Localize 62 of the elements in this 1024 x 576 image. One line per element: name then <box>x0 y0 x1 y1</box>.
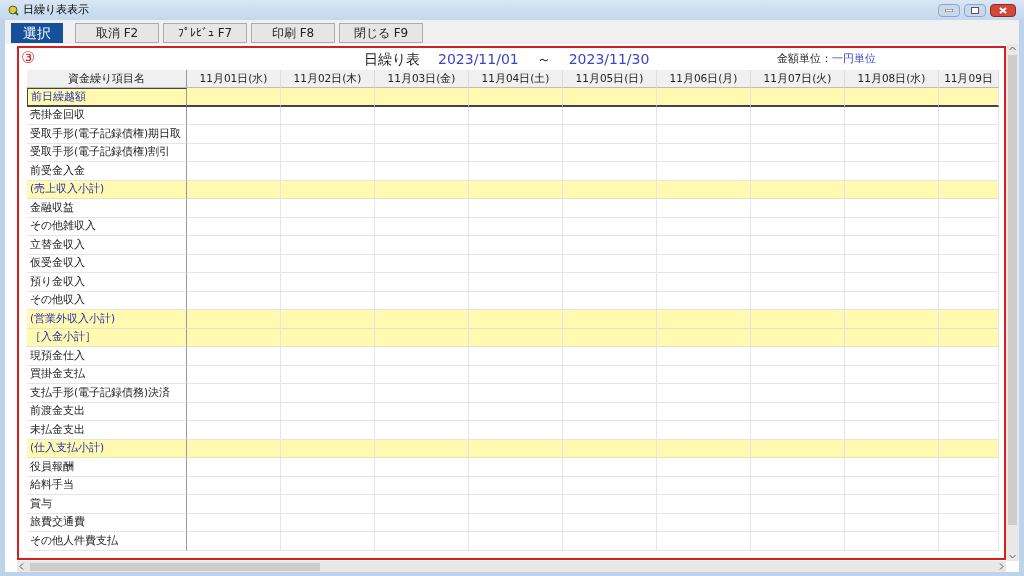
row-label: 支払手形(電子記録債務)決済 <box>27 384 187 403</box>
table-cell <box>939 310 999 329</box>
column-header: 11月05日(日) <box>563 70 657 88</box>
row-label: 預り金収入 <box>27 273 187 292</box>
row-label: 役員報酬 <box>27 458 187 477</box>
window-title: 日繰り表表示 <box>23 3 89 17</box>
column-header: 11月03日(金) <box>375 70 469 88</box>
toolbar-button[interactable]: 閉じる F9 <box>339 23 423 43</box>
scroll-down-icon <box>1009 554 1016 559</box>
row-label: 立替金収入 <box>27 236 187 255</box>
table-cell <box>939 421 999 440</box>
horizontal-scrollbar[interactable] <box>17 561 1006 572</box>
toolbar-button[interactable]: 取消 F2 <box>75 23 159 43</box>
minimize-icon <box>945 8 953 12</box>
circled-number: ③ <box>20 48 37 68</box>
row-label: 受取手形(電子記録債権)期日取 <box>27 125 187 144</box>
row-label: 金融収益 <box>27 199 187 218</box>
mode-label: 選択 <box>11 23 63 43</box>
scroll-left-icon <box>19 563 24 570</box>
close-button[interactable] <box>990 3 1016 17</box>
restore-icon <box>971 6 979 14</box>
column-header: 11月02日(木) <box>281 70 375 88</box>
table-cell <box>939 125 999 144</box>
range-separator: ～ <box>536 49 551 69</box>
table-cell <box>939 236 999 255</box>
report-title: 日繰り表 <box>364 49 420 69</box>
table-cell <box>939 458 999 477</box>
column-header: 11月07日(火) <box>751 70 845 88</box>
column-header: 11月01日(水) <box>187 70 281 88</box>
start-date: 2023/11/01 <box>438 49 519 69</box>
scroll-right-icon <box>999 563 1004 570</box>
row-label: 前日繰越額 <box>27 88 187 107</box>
table-cell <box>939 273 999 292</box>
column-header: 11月06日(月) <box>657 70 751 88</box>
toolbar-button[interactable]: ﾌﾟﾚﾋﾞｭ F7 <box>163 23 247 43</box>
column-header: 11月08日(水) <box>845 70 939 88</box>
table-cell <box>939 495 999 514</box>
maximize-button[interactable] <box>964 3 986 17</box>
column-header: 11月04日(土) <box>469 70 563 88</box>
row-label: 現預金仕入 <box>27 347 187 366</box>
column-header: 11月09日 <box>939 70 999 88</box>
app-icon <box>8 4 19 16</box>
toolbar-button[interactable]: 印刷 F8 <box>251 23 335 43</box>
end-date: 2023/11/30 <box>568 49 650 69</box>
table-cell <box>939 384 999 403</box>
row-label: 前受金入金 <box>27 162 187 181</box>
row-label: (営業外収入小計) <box>27 310 187 329</box>
scroll-thumb[interactable] <box>1008 55 1017 525</box>
table-cell <box>939 347 999 366</box>
table-cell <box>939 162 999 181</box>
table-cell <box>939 199 999 218</box>
close-icon <box>999 6 1007 14</box>
table-cell <box>939 532 999 551</box>
row-label: その他人件費支払 <box>27 532 187 551</box>
unit-value: 一円単位 <box>832 50 877 67</box>
column-header: 資金繰り項目名 <box>27 70 187 88</box>
row-label: 未払金支出 <box>27 421 187 440</box>
table-cell <box>939 88 999 107</box>
scroll-up-icon <box>1009 46 1016 51</box>
scroll-thumb[interactable] <box>30 562 320 571</box>
row-label: 賞与 <box>27 495 187 514</box>
unit-label: 金額単位： <box>777 50 833 67</box>
